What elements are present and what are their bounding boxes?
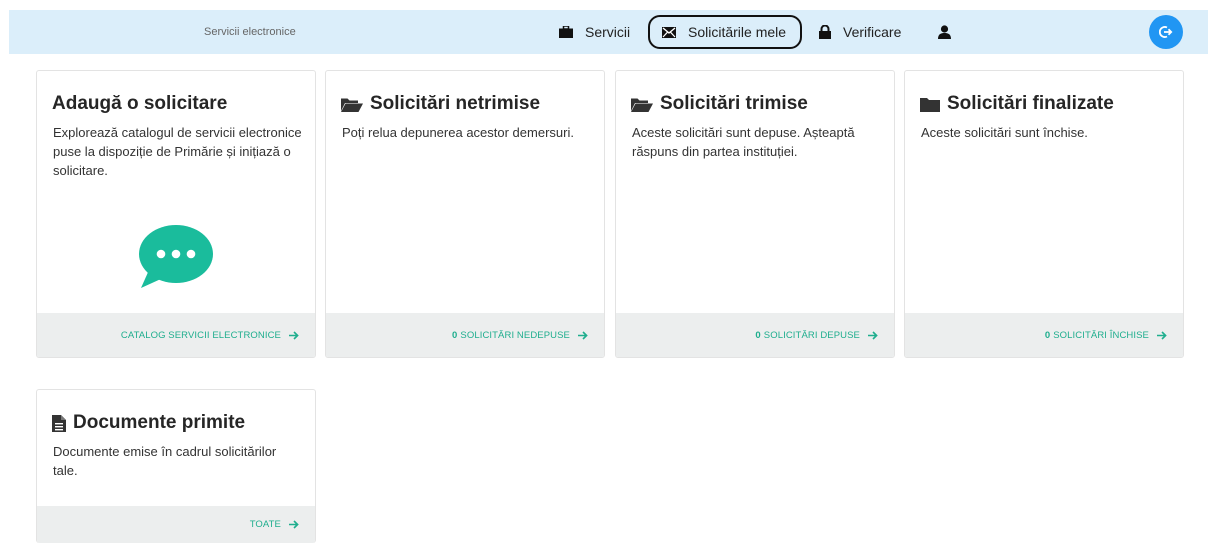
user-icon [938, 25, 951, 39]
envelope-icon [662, 26, 676, 38]
card-footer: CATALOG SERVICII ELECTRONICE [37, 313, 315, 357]
folder-open-icon [631, 98, 653, 112]
card-description: Aceste solicitări sunt depuse. Așteaptă … [632, 125, 855, 159]
card-description: Explorează catalogul de servicii electro… [53, 125, 302, 178]
count-badge: 0 [452, 329, 458, 341]
card-footer: 0 SOLICITĂRI DEPUSE [616, 313, 894, 357]
card-description: Documente emise în cadrul solicitărilor … [53, 444, 277, 478]
link-label: SOLICITĂRI ÎNCHISE [1053, 329, 1149, 341]
link-label: SOLICITĂRI NEDEPUSE [460, 329, 570, 341]
nav-verificare[interactable]: Verificare [819, 10, 901, 54]
card-adauga-solicitare: Adaugă o solicitare Explorează catalogul… [36, 70, 316, 358]
link-label: CATALOG SERVICII ELECTRONICE [120, 329, 281, 341]
document-icon [52, 414, 66, 432]
folder-open-icon [341, 98, 363, 112]
nav-solicitarile-mele[interactable]: Solicitările mele [648, 15, 803, 49]
card-title: Documente primite [52, 412, 245, 434]
nav-servicii-label: Servicii [585, 24, 631, 40]
card-description: Poți relua depunerea acestor demersuri. [342, 125, 574, 140]
logout-button[interactable] [1149, 15, 1183, 49]
briefcase-icon [559, 26, 573, 38]
card-footer: 0 SOLICITĂRI ÎNCHISE [905, 313, 1183, 357]
arrow-right-icon [289, 330, 299, 340]
card-title: Solicitări netrimise [341, 93, 540, 115]
card-title-label: Solicitări finalizate [947, 93, 1114, 114]
solicitari-inchise-link[interactable]: 0 SOLICITĂRI ÎNCHISE [1045, 330, 1167, 341]
count-badge: 0 [755, 329, 761, 341]
nav-servicii[interactable]: Servicii [559, 10, 630, 54]
card-description: Aceste solicitări sunt închise. [921, 125, 1088, 140]
top-navbar: Servicii electronice Servicii Solicitări… [9, 10, 1208, 54]
chat-bubble-icon [139, 225, 213, 288]
card-title-label: Solicitări netrimise [370, 93, 541, 114]
card-title: Solicitări trimise [631, 93, 808, 115]
nav-solicitari-label: Solicitările mele [688, 24, 787, 40]
card-title-label: Documente primite [73, 412, 246, 433]
catalog-servicii-link[interactable]: CATALOG SERVICII ELECTRONICE [121, 330, 299, 341]
lock-icon [819, 25, 831, 39]
arrow-right-icon [868, 330, 878, 340]
card-solicitari-finalizate: Solicitări finalizate Aceste solicitări … [904, 70, 1184, 358]
nav-verificare-label: Verificare [843, 24, 902, 40]
card-documente-primite: Documente primite Documente emise în cad… [36, 389, 316, 543]
arrow-right-icon [578, 330, 588, 340]
arrow-right-icon [1157, 330, 1167, 340]
link-label: SOLICITĂRI DEPUSE [763, 329, 860, 341]
count-badge: 0 [1044, 329, 1051, 341]
solicitari-depuse-link[interactable]: 0 SOLICITĂRI DEPUSE [755, 330, 878, 341]
folder-icon [920, 97, 940, 112]
card-title: Adaugă o solicitare [52, 93, 228, 114]
card-title-label: Solicitări trimise [660, 93, 808, 114]
brand-title[interactable]: Servicii electronice [204, 10, 296, 54]
arrow-right-icon [289, 520, 299, 529]
card-footer: TOATE [37, 506, 315, 543]
link-label: TOATE [249, 519, 281, 530]
card-footer: 0 SOLICITĂRI NEDEPUSE [326, 313, 604, 357]
logout-icon [1159, 26, 1173, 38]
card-solicitari-netrimise: Solicitări netrimise Poți relua depunere… [325, 70, 605, 358]
nav-profil[interactable] [938, 10, 963, 54]
card-title: Solicitări finalizate [920, 93, 1114, 115]
solicitari-nedepuse-link[interactable]: 0 SOLICITĂRI NEDEPUSE [452, 330, 588, 341]
documente-toate-link[interactable]: TOATE [250, 519, 299, 530]
card-solicitari-trimise: Solicitări trimise Aceste solicitări sun… [615, 70, 895, 358]
